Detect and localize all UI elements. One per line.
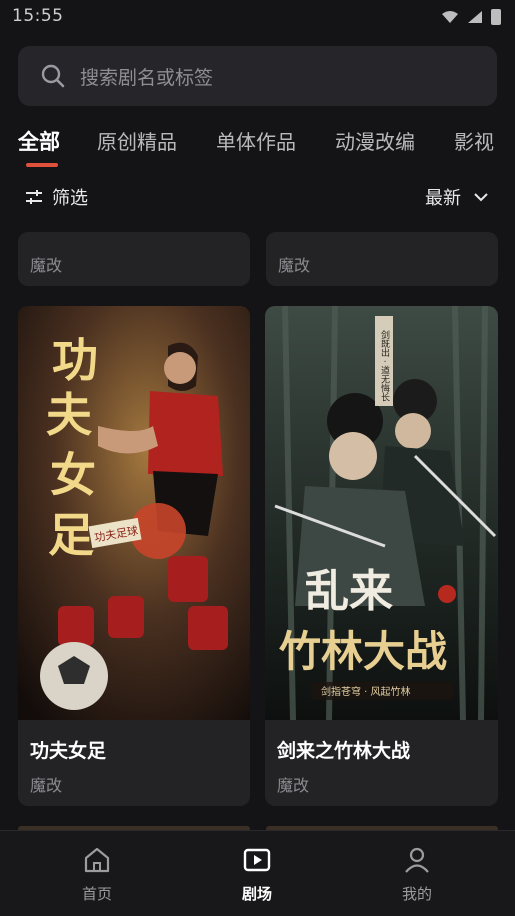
battery-icon: [491, 9, 501, 25]
tab-all[interactable]: 全部: [18, 126, 60, 156]
tab-indicator: [26, 163, 58, 167]
drama-card-bamboo-battle[interactable]: 剑既出 · 道无悔长 乱来 竹林大战 剑指苍穹 · 风起竹林 剑来之竹林大战 魔…: [265, 306, 498, 806]
profile-icon: [405, 847, 429, 873]
filter-row: 筛选 最新: [0, 180, 515, 216]
status-icons: [441, 9, 501, 25]
chevron-down-icon: [474, 193, 488, 202]
nav-theater[interactable]: 剧场: [217, 845, 297, 904]
sort-label: 最新: [425, 188, 461, 209]
home-icon: [84, 847, 110, 873]
card-title: 剑来之竹林大战: [277, 740, 411, 762]
wifi-icon: [442, 11, 458, 23]
status-time: 15:55: [12, 6, 64, 26]
signal-icon: [468, 11, 482, 23]
card-title: 功夫女足: [30, 740, 107, 762]
tab-film[interactable]: 影视: [454, 126, 494, 155]
sort-dropdown[interactable]: 最新: [425, 184, 489, 210]
poster-image: 剑既出 · 道无悔长 乱来 竹林大战 剑指苍穹 · 风起竹林: [265, 306, 498, 720]
poster-title-3: 女: [50, 448, 96, 502]
poster-title-4: 足: [48, 508, 94, 562]
search-placeholder[interactable]: 搜索剧名或标签: [80, 63, 213, 90]
status-bar: 15:55: [0, 0, 515, 34]
drama-card[interactable]: 魔改: [266, 232, 498, 286]
card-tag: 魔改: [277, 776, 310, 795]
tab-single[interactable]: 单体作品: [216, 126, 296, 155]
card-tag: 魔改: [30, 256, 63, 275]
poster-title-top: 乱来: [305, 566, 393, 617]
nav-profile[interactable]: 我的: [377, 845, 457, 904]
poster-title-bottom: 竹林大战: [279, 627, 447, 676]
card-tag: 魔改: [30, 776, 63, 795]
nav-label: 我的: [401, 885, 432, 903]
filter-label: 筛选: [52, 188, 88, 209]
bottom-nav: 首页 剧场 我的: [0, 830, 515, 916]
theater-play-icon: [243, 848, 271, 872]
poster-vertical-text: 剑既出 · 道无悔长: [379, 329, 390, 403]
poster-title-2: 夫: [46, 388, 93, 442]
tab-anime-adaptation[interactable]: 动漫改编: [335, 126, 415, 155]
poster-title-1: 功: [52, 333, 98, 387]
poster-image: 功 夫 女 足 功夫足球: [18, 306, 250, 720]
poster-subtitle: 剑指苍穹 · 风起竹林: [321, 685, 411, 698]
nav-label: 首页: [81, 885, 112, 903]
nav-home[interactable]: 首页: [57, 845, 137, 904]
search-icon: [41, 64, 65, 88]
filter-sliders-icon: [26, 190, 42, 204]
drama-card-kungfu-football[interactable]: 功 夫 女 足 功夫足球 功夫女足 魔改: [18, 306, 250, 806]
category-tabs: 全部 原创精品 单体作品 动漫改编 影视: [0, 118, 515, 178]
drama-card[interactable]: 魔改: [18, 232, 250, 286]
search-bar[interactable]: 搜索剧名或标签: [18, 46, 497, 106]
filter-button[interactable]: 筛选: [24, 184, 88, 210]
nav-label: 剧场: [241, 885, 272, 903]
tab-original[interactable]: 原创精品: [97, 126, 177, 155]
card-tag: 魔改: [278, 256, 311, 275]
